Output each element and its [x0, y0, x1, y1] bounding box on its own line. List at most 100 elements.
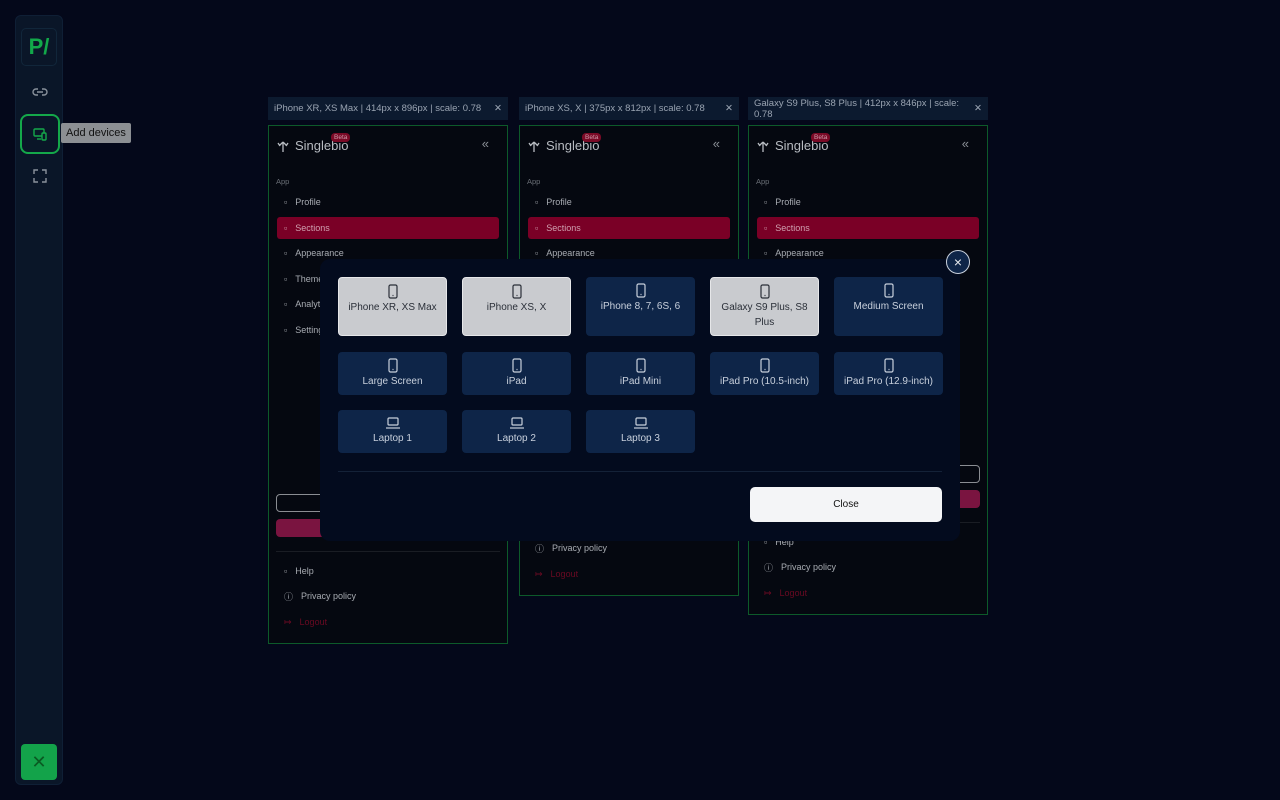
laptop-icon: [509, 417, 524, 429]
menu-label: Profile: [775, 197, 801, 207]
device-option[interactable]: Laptop 3: [586, 410, 695, 453]
collapse-icon[interactable]: «: [713, 136, 720, 151]
device-option[interactable]: Laptop 1: [338, 410, 447, 453]
device-option[interactable]: Medium Screen: [834, 277, 943, 336]
close-icon: ×: [953, 254, 963, 270]
menu-label: Sections: [775, 222, 810, 233]
privacy-label: Privacy policy: [781, 562, 837, 572]
menu-icon: ▫: [284, 197, 288, 207]
logout-label: Logout: [779, 588, 808, 598]
device-frame-header: iPhone XR, XS Max | 414px x 896px | scal…: [268, 97, 508, 120]
singlebio-logo-icon: [757, 141, 769, 152]
device-frame-title: Galaxy S9 Plus, S8 Plus | 412px x 846px …: [754, 97, 960, 120]
fullscreen-icon: [33, 169, 47, 183]
menu-item-sections[interactable]: ▫ Sections: [528, 216, 730, 239]
remove-device-icon[interactable]: ✕: [494, 103, 502, 114]
device-label: iPhone XS, X: [486, 302, 547, 313]
device-frame-title: iPhone XR, XS Max | 414px x 896px | scal…: [274, 103, 482, 114]
device-label: Laptop 3: [621, 433, 660, 444]
menu-icon: ▫: [284, 299, 288, 309]
menu-label: Profile: [295, 197, 321, 207]
phone-icon: [635, 283, 646, 298]
phone-icon: [387, 358, 398, 373]
close-icon: ✕: [31, 751, 47, 772]
logout-icon: ↦: [284, 616, 292, 627]
section-label: App: [276, 177, 290, 186]
device-option[interactable]: iPhone XR, XS Max: [338, 277, 447, 336]
device-option[interactable]: iPad Mini: [586, 352, 695, 395]
help-icon: ▫: [284, 566, 288, 576]
device-option[interactable]: iPad Pro (12.9-inch): [834, 352, 943, 395]
device-option[interactable]: iPhone 8, 7, 6S, 6: [586, 277, 695, 336]
menu-icon: ▫: [284, 273, 288, 284]
copy-link-button[interactable]: [20, 72, 60, 112]
phone-icon: [511, 358, 522, 373]
menu-icon: ▫: [764, 222, 768, 233]
menu-item-sections[interactable]: ▫ Sections: [757, 216, 979, 239]
app-logo: P/: [21, 28, 57, 66]
menu-item-privacy[interactable]: ⓘ Privacy policy: [757, 556, 979, 578]
menu-item-profile[interactable]: ▫ Profile: [757, 191, 979, 213]
device-label: Laptop 2: [497, 433, 536, 444]
menu-icon: ▫: [535, 248, 539, 258]
collapse-icon[interactable]: «: [482, 136, 489, 151]
phone-icon: [511, 284, 522, 299]
menu-item-sections[interactable]: ▫ Sections: [277, 216, 499, 239]
close-button[interactable]: Close: [750, 487, 942, 522]
help-label: Help: [295, 566, 314, 576]
logout-icon: ↦: [764, 587, 772, 598]
section-label: App: [756, 177, 770, 186]
remove-device-icon[interactable]: ✕: [974, 103, 982, 114]
device-option[interactable]: iPad: [462, 352, 571, 395]
info-icon: ⓘ: [535, 543, 545, 554]
menu-label: Profile: [546, 197, 572, 207]
device-label: iPhone 8, 7, 6S, 6: [600, 301, 681, 312]
exit-button[interactable]: ✕: [21, 744, 57, 780]
menu-item-profile[interactable]: ▫ Profile: [277, 191, 499, 213]
laptop-icon: [633, 417, 648, 429]
singlebio-logo-icon: [528, 141, 540, 152]
menu-item-profile[interactable]: ▫ Profile: [528, 191, 730, 213]
device-option[interactable]: Laptop 2: [462, 410, 571, 453]
logout-icon: ↦: [535, 568, 543, 579]
menu-item-logout[interactable]: ↦ Logout: [528, 563, 730, 585]
phone-icon: [635, 358, 646, 373]
device-label: iPad: [506, 376, 527, 387]
remove-device-icon[interactable]: ✕: [725, 103, 733, 114]
device-label: iPhone XR, XS Max: [348, 302, 437, 313]
device-label: iPad Pro (12.9-inch): [844, 376, 933, 387]
menu-item-logout[interactable]: ↦ Logout: [277, 611, 499, 633]
device-label: iPad Mini: [619, 376, 662, 387]
beta-badge: Beta: [811, 133, 831, 142]
device-option[interactable]: Large Screen: [338, 352, 447, 395]
divider: [276, 551, 500, 552]
menu-icon: ▫: [284, 222, 288, 233]
device-option[interactable]: iPad Pro (10.5-inch): [710, 352, 819, 395]
fullscreen-button[interactable]: [20, 156, 60, 196]
menu-icon: ▫: [764, 248, 768, 258]
menu-label: Appearance: [775, 248, 824, 258]
menu-icon: ▫: [535, 197, 539, 207]
menu-item-help[interactable]: ▫ Help: [277, 560, 499, 582]
logout-label: Logout: [550, 569, 579, 579]
device-option[interactable]: iPhone XS, X: [462, 277, 571, 336]
phone-icon: [387, 284, 398, 299]
menu-icon: ▫: [284, 248, 288, 258]
phone-icon: [883, 283, 894, 298]
beta-badge: Beta: [331, 133, 351, 142]
link-icon: [32, 88, 48, 96]
info-icon: ⓘ: [764, 562, 774, 573]
menu-label: Appearance: [295, 248, 344, 258]
menu-icon: ▫: [535, 222, 539, 233]
menu-label: Sections: [295, 222, 330, 233]
menu-icon: ▫: [284, 324, 288, 335]
menu-item-privacy[interactable]: ⓘ Privacy policy: [277, 585, 499, 607]
device-frame-title: iPhone XS, X | 375px x 812px | scale: 0.…: [525, 103, 705, 114]
modal-close-icon-button[interactable]: ×: [946, 250, 970, 274]
collapse-icon[interactable]: «: [962, 136, 969, 151]
phone-icon: [759, 284, 770, 299]
device-option[interactable]: Galaxy S9 Plus, S8 Plus: [710, 277, 819, 336]
menu-item-logout[interactable]: ↦ Logout: [757, 582, 979, 604]
add-devices-button[interactable]: [20, 114, 60, 154]
add-devices-modal: iPhone XR, XS Max iPhone XS, X iPhone 8, 7…: [320, 250, 970, 541]
